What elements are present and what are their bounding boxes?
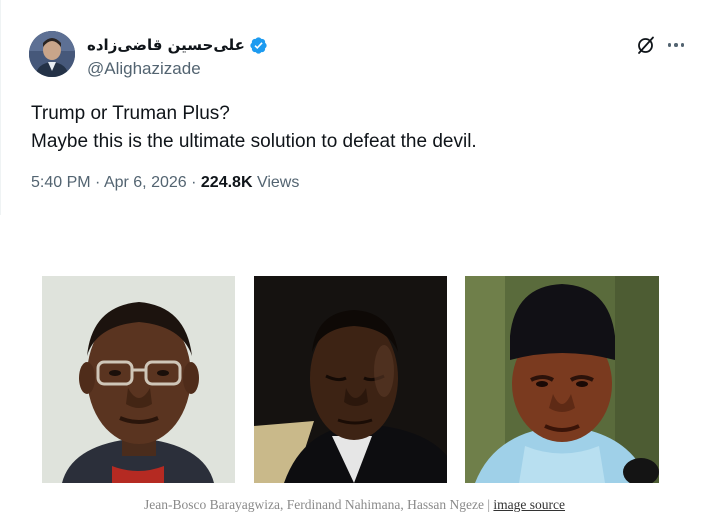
verified-badge-icon (249, 36, 268, 55)
avatar[interactable] (29, 31, 75, 77)
portrait-photo-1 (42, 276, 235, 483)
portrait-photo-2 (254, 276, 447, 483)
tweet-time[interactable]: 5:40 PM (31, 174, 91, 191)
views-count[interactable]: 224.8K (201, 174, 253, 191)
more-icon[interactable] (665, 34, 687, 56)
caption-names: Jean-Bosco Barayagwiza, Ferdinand Nahima… (143, 497, 484, 512)
meta-separator: · (95, 174, 101, 191)
image-source-link[interactable]: image source (493, 497, 565, 512)
portrait-photo-3 (465, 276, 659, 483)
display-name[interactable]: علی‌حسین قاضی‌زاده (87, 36, 245, 54)
tweet-card: علی‌حسین قاضی‌زاده @Alighazizade Trump o… (0, 0, 709, 215)
tweet-text: Trump or Truman Plus? Maybe this is the … (31, 100, 671, 156)
tweet-meta: 5:40 PM · Apr 6, 2026 · 224.8K Views (31, 174, 299, 192)
tweet-text-line: Trump or Truman Plus? (31, 103, 230, 124)
caption-separator: | (487, 497, 491, 512)
display-name-row: علی‌حسین قاضی‌زاده (87, 34, 268, 56)
grok-icon[interactable] (635, 34, 657, 56)
image-caption: Jean-Bosco Barayagwiza, Ferdinand Nahima… (0, 497, 709, 513)
views-label: Views (256, 174, 300, 191)
user-handle[interactable]: @Alighazizade (87, 59, 201, 79)
tweet-date[interactable]: Apr 6, 2026 (104, 174, 187, 191)
meta-separator: · (191, 174, 197, 191)
tweet-text-line: Maybe this is the ultimate solution to d… (31, 131, 477, 152)
